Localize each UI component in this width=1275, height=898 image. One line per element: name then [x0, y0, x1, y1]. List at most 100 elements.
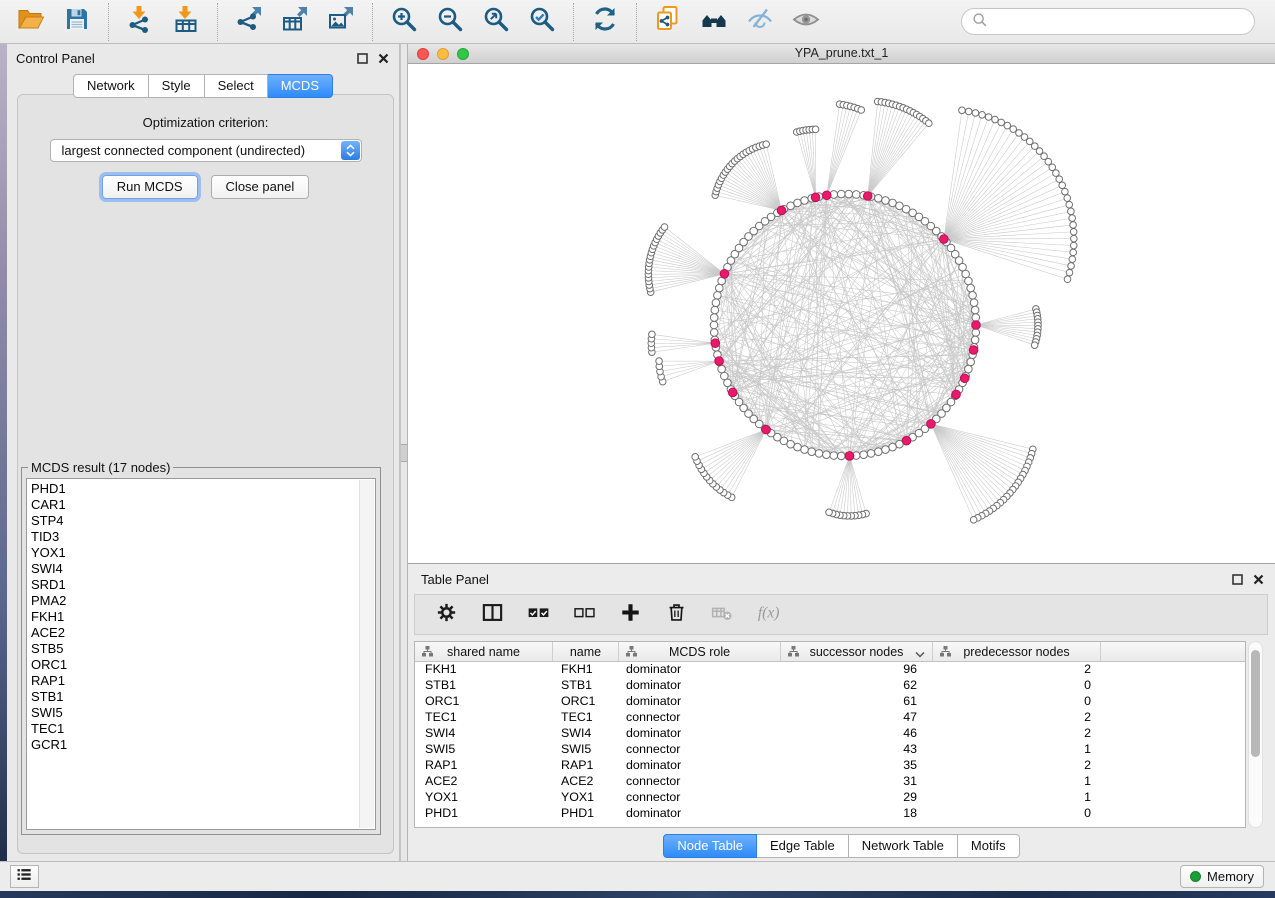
criterion-select[interactable]: largest connected component (undirected): [50, 139, 362, 162]
mcds-node-item[interactable]: CAR1: [27, 497, 375, 513]
select-all-button[interactable]: [527, 601, 573, 629]
table-cell[interactable]: 2: [933, 662, 1101, 678]
zoom-selected-button[interactable]: [526, 6, 558, 38]
add-column-button[interactable]: [619, 601, 665, 629]
table-row[interactable]: YOX1YOX1connector291: [415, 790, 1245, 806]
table-cell[interactable]: TEC1: [553, 710, 619, 726]
mcds-node-item[interactable]: RAP1: [27, 673, 375, 689]
table-cell[interactable]: PHD1: [553, 806, 619, 822]
table-cell[interactable]: TEC1: [415, 710, 553, 726]
table-cell[interactable]: 1: [933, 742, 1101, 758]
table-cell[interactable]: SWI4: [415, 726, 553, 742]
table-cell[interactable]: STB1: [553, 678, 619, 694]
network-graph[interactable]: [408, 64, 1275, 563]
delete-column-button[interactable]: [665, 601, 711, 629]
table-cell[interactable]: SWI5: [415, 742, 553, 758]
mcds-node-item[interactable]: SWI5: [27, 705, 375, 721]
close-window-icon[interactable]: [417, 48, 429, 60]
table-row[interactable]: STB1STB1dominator620: [415, 678, 1245, 694]
mcds-node-item[interactable]: SRD1: [27, 577, 375, 593]
mcds-node-item[interactable]: PMA2: [27, 593, 375, 609]
table-cell[interactable]: 2: [933, 710, 1101, 726]
mcds-node-item[interactable]: TEC1: [27, 721, 375, 737]
search-binoculars-button[interactable]: [698, 6, 730, 38]
table-cell[interactable]: dominator: [619, 662, 781, 678]
table-cell[interactable]: SWI4: [553, 726, 619, 742]
memory-button[interactable]: Memory: [1180, 865, 1264, 888]
table-cell[interactable]: dominator: [619, 694, 781, 710]
table-cell[interactable]: 35: [781, 758, 933, 774]
float-table-panel-icon[interactable]: [1231, 573, 1244, 586]
table-cell[interactable]: 47: [781, 710, 933, 726]
table-cell[interactable]: 2: [933, 758, 1101, 774]
zoom-window-icon[interactable]: [457, 48, 469, 60]
zoom-fit-button[interactable]: [480, 6, 512, 38]
import-network-button[interactable]: [124, 6, 156, 38]
column-header-shared-name[interactable]: shared name: [415, 642, 553, 661]
table-cell[interactable]: 29: [781, 790, 933, 806]
close-panel-button[interactable]: Close panel: [211, 175, 310, 199]
tab-select[interactable]: Select: [205, 74, 268, 98]
column-header-successor-nodes[interactable]: successor nodes: [781, 642, 933, 661]
table-cell[interactable]: YOX1: [415, 790, 553, 806]
table-row[interactable]: FKH1FKH1dominator962: [415, 662, 1245, 678]
table-cell[interactable]: 62: [781, 678, 933, 694]
refresh-button[interactable]: [589, 6, 621, 38]
table-cell[interactable]: ACE2: [415, 774, 553, 790]
column-header-predecessor-nodes[interactable]: predecessor nodes: [933, 642, 1101, 661]
show-eye-button[interactable]: [790, 6, 822, 38]
export-table-button[interactable]: [279, 6, 311, 38]
table-cell[interactable]: SWI5: [553, 742, 619, 758]
mcds-node-item[interactable]: GCR1: [27, 737, 375, 753]
table-cell[interactable]: dominator: [619, 726, 781, 742]
table-cell[interactable]: 1: [933, 790, 1101, 806]
settings-gear-button[interactable]: [435, 601, 481, 629]
table-cell[interactable]: 2: [933, 726, 1101, 742]
float-panel-icon[interactable]: [356, 52, 369, 65]
table-cell[interactable]: YOX1: [553, 790, 619, 806]
hide-eye-button[interactable]: [744, 6, 776, 38]
mcds-node-item[interactable]: STP4: [27, 513, 375, 529]
mcds-node-item[interactable]: ACE2: [27, 625, 375, 641]
table-row[interactable]: ACE2ACE2connector311: [415, 774, 1245, 790]
table-cell[interactable]: RAP1: [553, 758, 619, 774]
table-cell[interactable]: connector: [619, 774, 781, 790]
tab-mcds[interactable]: MCDS: [268, 74, 333, 98]
tab-motifs[interactable]: Motifs: [958, 834, 1020, 858]
vertical-splitter[interactable]: [400, 44, 408, 861]
table-row[interactable]: SWI4SWI4dominator462: [415, 726, 1245, 742]
table-scrollbar-thumb[interactable]: [1251, 650, 1260, 757]
zoom-out-button[interactable]: [434, 6, 466, 38]
mcds-node-item[interactable]: ORC1: [27, 657, 375, 673]
tab-network[interactable]: Network: [73, 74, 149, 98]
split-panel-button[interactable]: [481, 601, 527, 629]
table-cell[interactable]: RAP1: [415, 758, 553, 774]
table-cell[interactable]: ACE2: [553, 774, 619, 790]
table-cell[interactable]: connector: [619, 710, 781, 726]
table-cell[interactable]: 96: [781, 662, 933, 678]
deselect-all-button[interactable]: [573, 601, 619, 629]
task-history-button[interactable]: [10, 865, 39, 888]
search-box[interactable]: [961, 8, 1255, 35]
mcds-list-scrollbar[interactable]: [359, 480, 374, 828]
export-network-button[interactable]: [233, 6, 265, 38]
mcds-node-item[interactable]: PHD1: [27, 481, 375, 497]
table-cell[interactable]: dominator: [619, 758, 781, 774]
splitter-handle[interactable]: [401, 444, 407, 462]
table-row[interactable]: SWI5SWI5connector431: [415, 742, 1245, 758]
table-row[interactable]: PHD1PHD1dominator180: [415, 806, 1245, 822]
table-cell[interactable]: dominator: [619, 806, 781, 822]
table-cell[interactable]: ORC1: [415, 694, 553, 710]
table-cell[interactable]: 0: [933, 678, 1101, 694]
close-table-panel-icon[interactable]: [1252, 573, 1265, 586]
table-cell[interactable]: 1: [933, 774, 1101, 790]
tab-network-table[interactable]: Network Table: [849, 834, 958, 858]
table-scrollbar[interactable]: [1248, 641, 1263, 828]
search-input[interactable]: [993, 13, 1244, 30]
table-row[interactable]: ORC1ORC1dominator610: [415, 694, 1245, 710]
table-cell[interactable]: connector: [619, 790, 781, 806]
table-cell[interactable]: FKH1: [553, 662, 619, 678]
table-cell[interactable]: 61: [781, 694, 933, 710]
table-cell[interactable]: 18: [781, 806, 933, 822]
table-cell[interactable]: 31: [781, 774, 933, 790]
